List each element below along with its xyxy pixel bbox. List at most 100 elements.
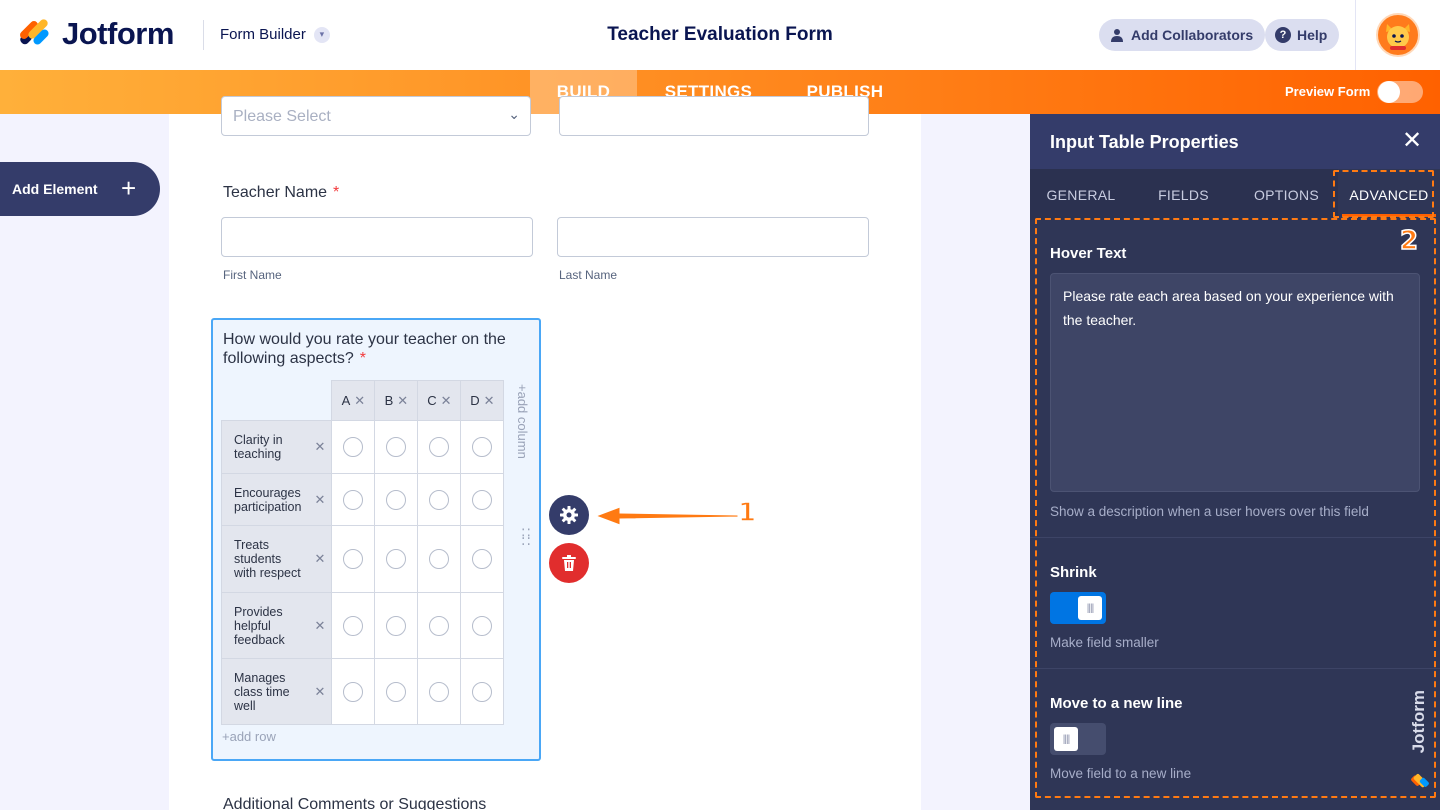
- row-label: Treats students with respect: [234, 538, 301, 580]
- radio-button[interactable]: [472, 549, 493, 569]
- add-column-link[interactable]: +add column: [506, 384, 530, 464]
- jotform-logo[interactable]: Jotform: [18, 16, 174, 52]
- plus-icon: +: [121, 173, 137, 203]
- drag-handle-icon[interactable]: ⁚⁚ ⁚⁚: [521, 527, 532, 547]
- close-icon[interactable]: ✕: [315, 492, 326, 507]
- tab-general[interactable]: GENERAL: [1030, 169, 1132, 220]
- close-icon[interactable]: ✕: [315, 440, 326, 454]
- radio-button[interactable]: [429, 549, 450, 569]
- form-builder-dropdown[interactable]: Form Builder ▾: [220, 26, 330, 43]
- radio-button[interactable]: [386, 615, 407, 636]
- radio-button[interactable]: [386, 549, 407, 569]
- radio-cell[interactable]: [331, 473, 376, 526]
- close-icon[interactable]: ✕: [315, 618, 326, 633]
- radio-cell[interactable]: [460, 525, 505, 593]
- radio-cell[interactable]: [417, 473, 462, 526]
- table-row: Provides helpful feedback ✕: [220, 592, 505, 659]
- text-input-top[interactable]: [559, 96, 869, 136]
- help-button[interactable]: ? Help: [1265, 19, 1340, 51]
- close-icon[interactable]: ✕: [1402, 128, 1422, 154]
- table-header-row: A ✕ B ✕ C ✕ D ✕: [222, 380, 505, 421]
- close-icon[interactable]: ✕: [441, 393, 452, 408]
- header-separator: [1355, 0, 1356, 70]
- select-placeholder: Please Select: [233, 108, 331, 125]
- column-header[interactable]: D ✕: [460, 380, 505, 421]
- radio-cell[interactable]: [331, 658, 376, 725]
- radio-cell[interactable]: [417, 525, 462, 593]
- radio-button[interactable]: [429, 437, 450, 457]
- tab-fields[interactable]: FIELDS: [1132, 169, 1235, 220]
- column-label: B: [384, 392, 394, 408]
- add-collaborators-label: Add Collaborators: [1131, 27, 1254, 43]
- add-collaborators-button[interactable]: Add Collaborators: [1099, 19, 1266, 51]
- row-label-cell[interactable]: Provides helpful feedback ✕: [220, 592, 333, 659]
- radio-cell[interactable]: [417, 658, 462, 725]
- column-header[interactable]: C ✕: [417, 380, 462, 421]
- radio-button[interactable]: [472, 681, 493, 702]
- radio-cell[interactable]: [374, 658, 419, 725]
- row-label-cell[interactable]: Encourages participation ✕: [220, 473, 333, 526]
- hover-text-input[interactable]: Please rate each area based on your expe…: [1050, 273, 1420, 492]
- radio-button[interactable]: [343, 489, 364, 510]
- dropdown-select[interactable]: Please Select ⌄: [221, 96, 531, 136]
- hover-text-description: Show a description when a user hovers ov…: [1050, 504, 1369, 519]
- close-icon[interactable]: ✕: [397, 393, 408, 408]
- toggle-knob: [1378, 81, 1400, 103]
- column-header[interactable]: B ✕: [374, 380, 419, 421]
- toggle-knob: ||||: [1078, 596, 1102, 620]
- radio-cell[interactable]: [374, 525, 419, 593]
- radio-cell[interactable]: [374, 473, 419, 526]
- add-element-button[interactable]: Add Element +: [0, 162, 160, 216]
- help-label: Help: [1297, 27, 1328, 43]
- help-icon: ?: [1275, 27, 1291, 43]
- column-header[interactable]: A ✕: [331, 380, 376, 421]
- row-label-cell[interactable]: Treats students with respect ✕: [220, 525, 333, 593]
- tab-options[interactable]: OPTIONS: [1235, 169, 1338, 220]
- preview-form-toggle[interactable]: [1377, 81, 1423, 103]
- close-icon[interactable]: ✕: [354, 393, 365, 408]
- row-label-cell[interactable]: Manages class time well ✕: [220, 658, 333, 725]
- row-label-cell[interactable]: Clarity in teaching ✕: [220, 420, 333, 474]
- radio-button[interactable]: [343, 549, 364, 569]
- radio-button[interactable]: [472, 489, 493, 510]
- radio-button[interactable]: [429, 615, 450, 636]
- shrink-toggle[interactable]: ||||: [1050, 592, 1106, 624]
- radio-cell[interactable]: [460, 658, 505, 725]
- radio-cell[interactable]: [460, 420, 505, 474]
- add-row-link[interactable]: +add row: [222, 729, 276, 744]
- radio-cell[interactable]: [331, 420, 376, 474]
- radio-button[interactable]: [343, 681, 364, 702]
- panel-title: Input Table Properties: [1050, 132, 1239, 152]
- radio-button[interactable]: [429, 681, 450, 702]
- brand-name: Jotform: [62, 16, 174, 51]
- radio-cell[interactable]: [460, 592, 505, 659]
- radio-cell[interactable]: [417, 592, 462, 659]
- radio-button[interactable]: [386, 489, 407, 510]
- first-name-sublabel: First Name: [223, 268, 282, 282]
- avatar[interactable]: [1376, 13, 1420, 57]
- close-icon[interactable]: ✕: [484, 393, 495, 408]
- radio-cell[interactable]: [374, 420, 419, 474]
- radio-button[interactable]: [343, 437, 364, 457]
- radio-button[interactable]: [472, 615, 493, 636]
- radio-cell[interactable]: [460, 473, 505, 526]
- field-properties-button[interactable]: [549, 495, 589, 535]
- first-name-input[interactable]: [221, 217, 533, 257]
- delete-field-button[interactable]: [549, 543, 589, 583]
- radio-button[interactable]: [386, 681, 407, 702]
- radio-cell[interactable]: [331, 592, 376, 659]
- radio-button[interactable]: [386, 437, 407, 457]
- close-icon[interactable]: ✕: [315, 684, 326, 699]
- radio-button[interactable]: [429, 489, 450, 510]
- last-name-input[interactable]: [557, 217, 869, 257]
- close-icon[interactable]: ✕: [315, 552, 326, 566]
- radio-button[interactable]: [343, 615, 364, 636]
- new-line-toggle[interactable]: ||||: [1050, 723, 1106, 755]
- radio-cell[interactable]: [374, 592, 419, 659]
- radio-cell[interactable]: [417, 420, 462, 474]
- radio-button[interactable]: [472, 437, 493, 457]
- radio-cell[interactable]: [331, 525, 376, 593]
- row-label: Provides helpful feedback: [234, 604, 285, 647]
- panel-header: Input Table Properties ✕: [1030, 114, 1440, 169]
- additional-comments-label: Additional Comments or Suggestions: [223, 796, 487, 810]
